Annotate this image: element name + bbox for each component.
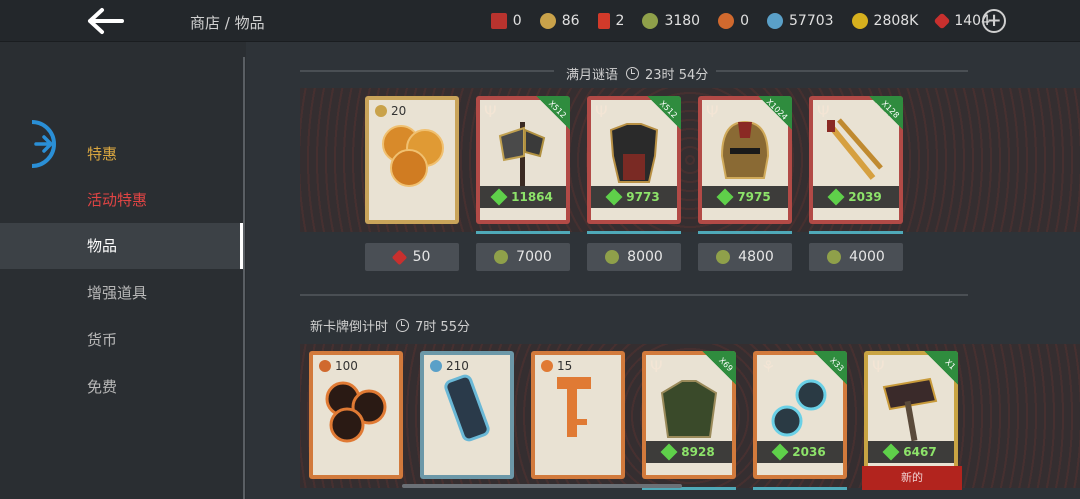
resource-orange-coin[interactable]: 0 bbox=[718, 13, 749, 29]
resource-gold-coin[interactable]: 2808K bbox=[851, 13, 918, 29]
green-coin-icon bbox=[642, 13, 659, 29]
clock-icon bbox=[396, 319, 410, 332]
axe-art bbox=[498, 122, 546, 186]
item-card-coins[interactable]: 20 bbox=[365, 96, 459, 224]
section-header-new-cards: 新卡牌倒计时 7时 55分 bbox=[310, 316, 470, 335]
clock-icon bbox=[626, 67, 640, 80]
orange-coin-icon bbox=[718, 13, 735, 29]
item-card-dagger[interactable]: Ψ X128 2039 bbox=[809, 96, 903, 224]
orbs-art bbox=[771, 379, 827, 437]
section-header-full-moon: 满月谜语 23时 54分 bbox=[566, 64, 708, 83]
section-title: 新卡牌倒计时 bbox=[310, 320, 389, 335]
red-card-icon bbox=[597, 13, 610, 29]
helmet-art bbox=[720, 120, 770, 179]
resource-bar: 0 86 2 3180 0 57703 2808K 1404 bbox=[473, 10, 990, 32]
power-rating: 2036 bbox=[757, 441, 843, 463]
power-rating: 7975 bbox=[702, 186, 788, 208]
power-rating: 2039 bbox=[813, 186, 899, 208]
power-rating: 11864 bbox=[480, 186, 566, 208]
power-icon bbox=[882, 443, 900, 461]
resource-green-coin[interactable]: 3180 bbox=[642, 13, 700, 29]
price-button[interactable]: 50 bbox=[365, 243, 459, 271]
power-icon bbox=[716, 188, 734, 206]
gold-emblem-icon bbox=[539, 13, 556, 29]
green-coin-icon bbox=[494, 250, 509, 264]
arrow-left-icon bbox=[88, 8, 124, 34]
power-rating: 6467 bbox=[868, 441, 954, 463]
sidebar: 特惠 活动特惠 物品 增强道具 货币 免费 bbox=[0, 42, 246, 499]
section-timer: 7时 55分 bbox=[415, 320, 470, 335]
breadcrumb: 商店 / 物品 bbox=[190, 14, 265, 32]
power-icon bbox=[660, 443, 678, 461]
price-button[interactable]: 4000 bbox=[809, 243, 903, 271]
plus-icon: + bbox=[986, 10, 1002, 31]
power-icon bbox=[771, 443, 789, 461]
section-divider bbox=[300, 294, 968, 296]
sidebar-item-items[interactable]: 物品 bbox=[0, 223, 243, 269]
daggers-art bbox=[826, 118, 883, 180]
horizontal-scrollbar[interactable] bbox=[402, 484, 682, 488]
sidebar-item-currency[interactable]: 货币 bbox=[0, 317, 243, 363]
green-coin-icon bbox=[716, 250, 731, 264]
power-rating: 9773 bbox=[591, 186, 677, 208]
resource-red-token[interactable]: 0 bbox=[490, 13, 522, 29]
item-card-hammer[interactable]: Ψ X1 6467 bbox=[864, 351, 958, 479]
power-icon bbox=[827, 188, 845, 206]
item-card-key[interactable]: 15 bbox=[531, 351, 625, 479]
hammer-art bbox=[882, 377, 938, 442]
add-currency-button[interactable]: + bbox=[982, 9, 1006, 33]
key-art bbox=[557, 377, 591, 437]
section-divider bbox=[716, 70, 968, 72]
orange-coins-art bbox=[325, 381, 387, 443]
green-coin-icon bbox=[827, 250, 842, 264]
item-card-green-armor[interactable]: Ψ X69 8928 bbox=[642, 351, 736, 479]
sidebar-item-boosters[interactable]: 增强道具 bbox=[0, 270, 243, 316]
item-card-orange-coins[interactable]: 100 bbox=[309, 351, 403, 479]
power-icon bbox=[490, 188, 508, 206]
red-gem-icon bbox=[391, 249, 407, 265]
red-gem-icon bbox=[933, 12, 951, 30]
top-bar: 商店 / 物品 0 86 2 3180 0 57703 2808K 1404 + bbox=[0, 0, 1080, 42]
gold-coins-art bbox=[382, 125, 444, 187]
item-card-capsule[interactable]: 210 bbox=[420, 351, 514, 479]
item-card-armor[interactable]: Ψ X512 9773 bbox=[587, 96, 681, 224]
power-rating: 8928 bbox=[646, 441, 732, 463]
blue-spiral-icon bbox=[767, 13, 783, 29]
power-icon bbox=[605, 188, 623, 206]
item-card-helmet[interactable]: Ψ X1024 7975 bbox=[698, 96, 792, 224]
price-button[interactable]: 7000 bbox=[476, 243, 570, 271]
resource-red-card[interactable]: 2 bbox=[597, 13, 624, 29]
resource-gold-emblem[interactable]: 86 bbox=[539, 13, 580, 29]
section-divider bbox=[300, 70, 554, 72]
item-card-orbs[interactable]: ⚘ X33 2036 bbox=[753, 351, 847, 479]
section-title: 满月谜语 bbox=[566, 68, 619, 83]
gold-coin-icon bbox=[851, 13, 868, 29]
resource-blue-spiral[interactable]: 57703 bbox=[767, 13, 834, 29]
green-armor-art bbox=[660, 380, 718, 438]
sidebar-item-special-offers[interactable]: 特惠 bbox=[0, 131, 243, 177]
red-token-icon bbox=[490, 13, 507, 29]
section-timer: 23时 54分 bbox=[645, 68, 709, 83]
shop-main: 满月谜语 23时 54分 20 Ψ X512 11864 Ψ X512 9773… bbox=[246, 42, 1080, 499]
new-badge: 新的 bbox=[862, 466, 962, 490]
armor-art bbox=[609, 123, 659, 183]
sidebar-item-event-offers[interactable]: 活动特惠 bbox=[0, 177, 243, 223]
price-button[interactable]: 8000 bbox=[587, 243, 681, 271]
capsule-art bbox=[444, 374, 490, 442]
price-button[interactable]: 4800 bbox=[698, 243, 792, 271]
back-button[interactable] bbox=[86, 6, 126, 36]
sidebar-divider bbox=[243, 57, 245, 499]
item-card-axe[interactable]: Ψ X512 11864 bbox=[476, 96, 570, 224]
green-coin-icon bbox=[605, 250, 620, 264]
sidebar-item-free[interactable]: 免费 bbox=[0, 364, 243, 410]
